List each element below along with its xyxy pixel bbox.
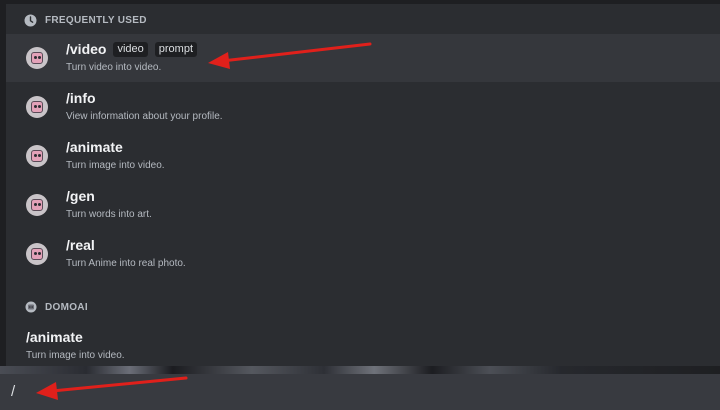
domoai-bot-avatar <box>26 96 48 118</box>
option-chip-video: video <box>113 41 148 57</box>
message-input[interactable]: / <box>11 383 15 400</box>
domoai-bot-avatar <box>26 243 48 265</box>
command-description: View information about your profile. <box>66 111 223 122</box>
command-name: /animate <box>66 139 123 155</box>
command-option-domoai-animate[interactable]: /animate Turn image into video. <box>6 322 720 368</box>
command-description: Turn Anime into real photo. <box>66 258 186 269</box>
section-header-domoai: DOMOAI <box>24 297 88 317</box>
section-title: DOMOAI <box>45 301 88 313</box>
command-description: Turn video into video. <box>66 62 162 73</box>
bot-icon <box>24 301 37 314</box>
command-name: /gen <box>66 188 95 204</box>
clock-icon <box>24 14 37 27</box>
command-option-info[interactable]: /info View information about your profil… <box>6 83 720 131</box>
command-option-video[interactable]: /video video prompt Turn video into vide… <box>6 34 720 82</box>
command-option-gen[interactable]: /gen Turn words into art. <box>6 181 720 229</box>
command-name: /animate <box>26 329 83 345</box>
command-autocomplete-panel: FREQUENTLY USED /video video prompt Turn… <box>6 4 720 368</box>
app-frame: FREQUENTLY USED /video video prompt Turn… <box>0 0 720 410</box>
option-chip-prompt: prompt <box>154 41 198 57</box>
command-name: /video video prompt <box>66 41 198 57</box>
command-option-real[interactable]: /real Turn Anime into real photo. <box>6 230 720 278</box>
command-option-animate[interactable]: /animate Turn image into video. <box>6 132 720 180</box>
section-title: FREQUENTLY USED <box>45 14 147 26</box>
message-input-bar[interactable]: / <box>0 374 720 410</box>
domoai-bot-avatar <box>26 194 48 216</box>
command-description: Turn image into video. <box>66 160 165 171</box>
command-name: /real <box>66 237 95 253</box>
domoai-bot-avatar <box>26 145 48 167</box>
section-header-frequently-used: FREQUENTLY USED <box>24 10 147 30</box>
domoai-bot-avatar <box>26 47 48 69</box>
command-description: Turn image into video. <box>26 350 125 361</box>
command-description: Turn words into art. <box>66 209 152 220</box>
command-name: /info <box>66 90 96 106</box>
